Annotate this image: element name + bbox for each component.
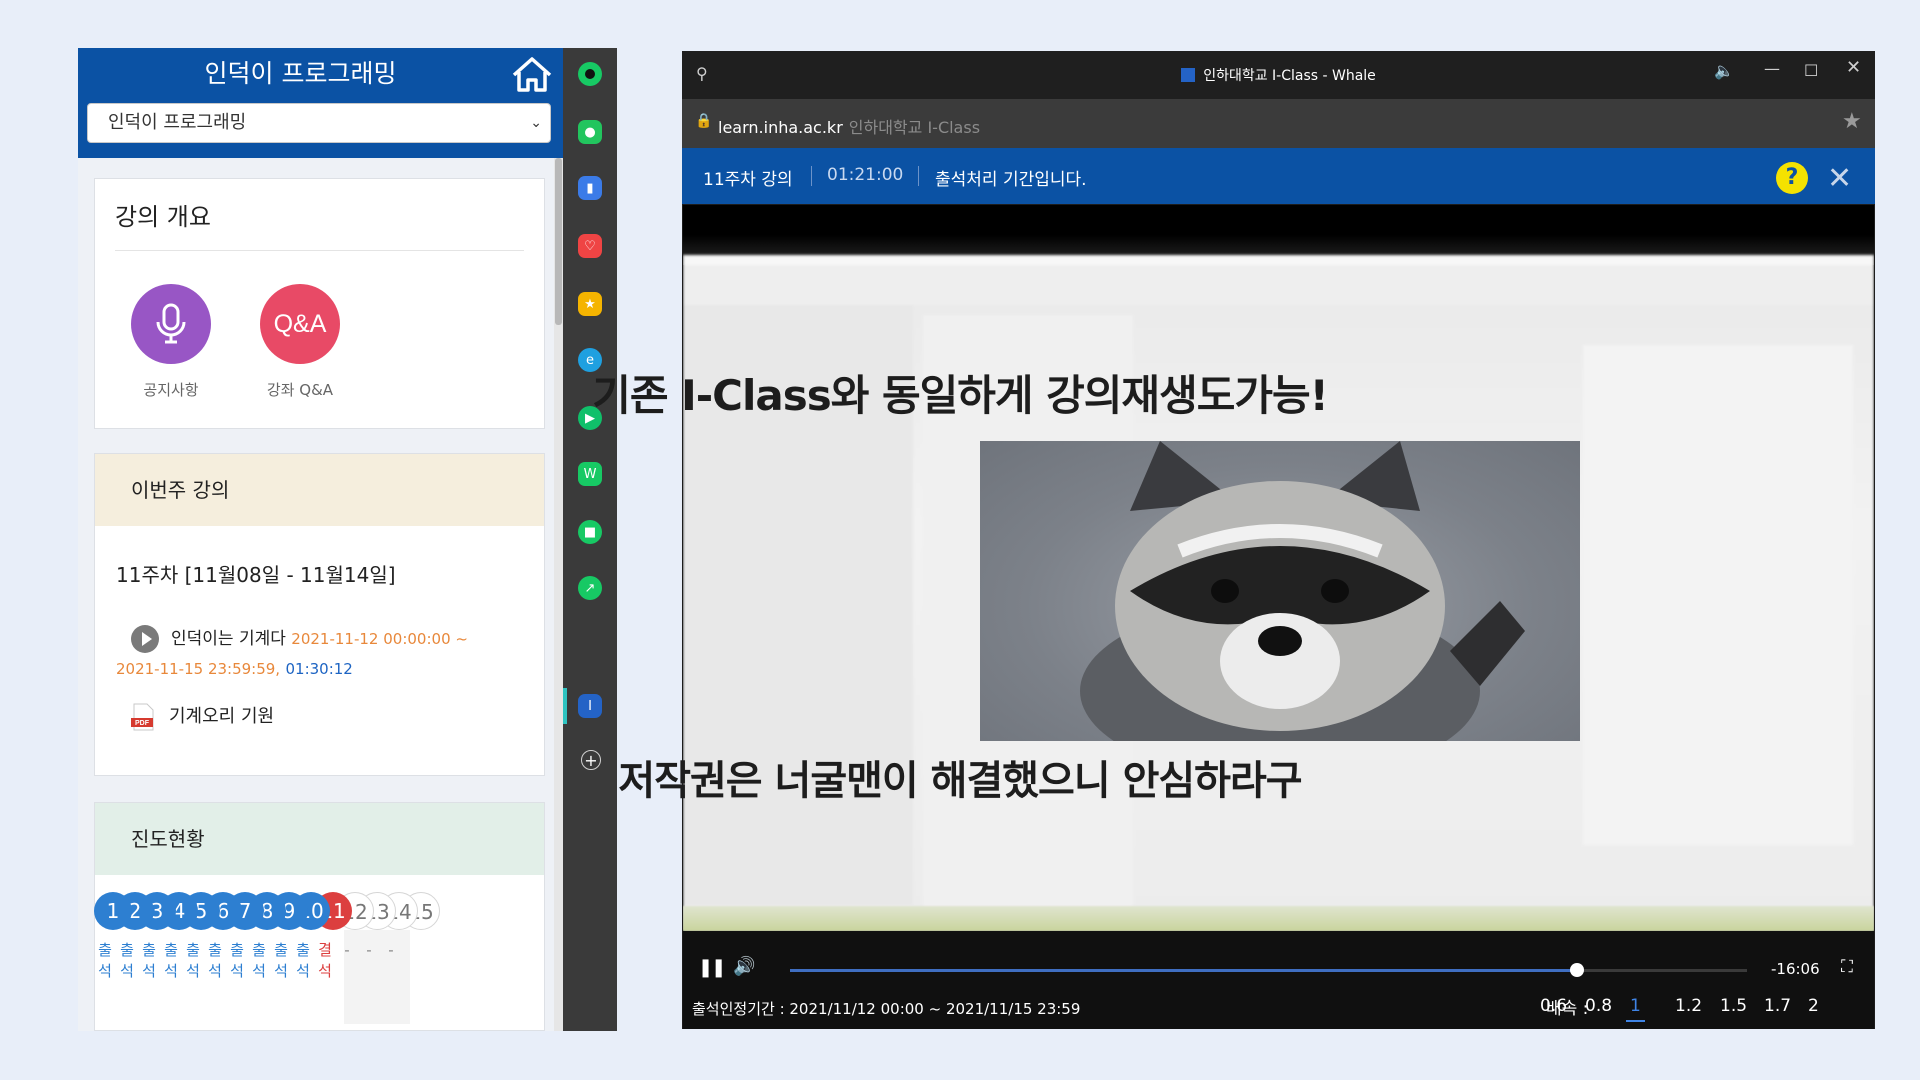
progress-week-1: 1 <box>94 892 132 930</box>
caption-top: 기존 I-Class와 동일하게 강의재생도가능! <box>592 371 1329 420</box>
bookmark-star-icon[interactable]: ★ <box>1842 109 1862 134</box>
close-icon[interactable]: ✕ <box>1827 161 1852 196</box>
speed-option-1.7[interactable]: 1.7 <box>1764 996 1791 1016</box>
scrollbar-thumb[interactable] <box>555 158 562 325</box>
progress-week-status: 출석 <box>142 941 156 980</box>
attendance-period: 출석인정기간 : 2021/11/12 00:00 ~ 2021/11/15 2… <box>692 1000 1081 1018</box>
notification-icon[interactable]: ● <box>578 120 602 144</box>
progress-week-status: 출석 <box>120 941 134 980</box>
progress-week-status: 출석 <box>296 941 310 980</box>
panel-scrollbar[interactable] <box>554 158 563 1031</box>
title-bar: ⚲ 인하대학교 I-Class - Whale 🔈 — ☐ ✕ <box>682 51 1875 99</box>
favicon <box>1181 68 1196 82</box>
url-host: learn.inha.ac.kr <box>718 118 843 137</box>
url-text[interactable]: learn.inha.ac.kr 인하대학교 I-Class <box>718 114 980 138</box>
pocket-icon[interactable]: ♡ <box>578 234 602 258</box>
mute-speaker-icon[interactable]: 🔈 <box>1714 61 1734 80</box>
separator <box>918 166 919 186</box>
play-icon[interactable] <box>131 625 159 653</box>
course-panel: 인덕이 프로그래밍 인덕이 프로그래밍 ⌄ 강의 개요 Q&A 공지사항 강좌 … <box>78 48 617 1031</box>
microphone-icon <box>156 303 186 344</box>
lock-icon: 🔒 <box>695 113 713 129</box>
whale-app-icon[interactable] <box>578 62 602 86</box>
progress-week-status: 출석 <box>186 941 200 980</box>
toolbox-icon[interactable]: ▮ <box>578 176 602 200</box>
this-week-heading: 이번주 강의 <box>95 454 544 526</box>
chat-icon[interactable]: ■ <box>578 520 602 544</box>
progress-week-status: 출석 <box>230 941 244 980</box>
remaining-time: -16:06 <box>1771 960 1820 978</box>
seek-bar-played <box>790 969 1577 972</box>
lecture-info-bar: 11주차 강의 01:21:00 출석처리 기간입니다. <box>682 148 1875 204</box>
progress-week-status: 출석 <box>274 941 288 980</box>
progress-week-status: 출석 <box>208 941 222 980</box>
this-week-card: 이번주 강의 11주차 [11월08일 - 11월14일] 인덕이는 기계다 2… <box>94 453 545 776</box>
lecture-period-end: 2021-11-15 23:59:59, <box>116 660 281 678</box>
caption-bottom: 저작권은 너굴맨이 해결했으니 안심하라구 <box>618 758 1302 804</box>
help-icon[interactable]: ? <box>1776 162 1808 194</box>
active-indicator <box>563 688 567 724</box>
lecture-item[interactable]: 인덕이는 기계다 2021-11-12 00:00:00 ~ 2021-11-1… <box>116 624 516 684</box>
week-title: 11주차 [11월08일 - 11월14일] <box>116 563 396 587</box>
address-bar[interactable]: 🔒 learn.inha.ac.kr 인하대학교 I-Class ★ <box>682 99 1875 148</box>
speed-option-0.8[interactable]: 0.8 <box>1585 996 1612 1016</box>
overview-heading: 강의 개요 <box>115 203 211 231</box>
browser-sidebar-strip: ● ▮ ♡ ★ e ▶ W ■ ↗ I + <box>563 48 617 1031</box>
speed-option-1[interactable]: 1 <box>1626 996 1645 1022</box>
week-lecture-label: 11주차 강의 <box>703 170 793 190</box>
lecture-title[interactable]: 인덕이는 기계다 <box>171 629 286 649</box>
progress-week-status: 출석 <box>252 941 266 980</box>
video-frame-taskbar <box>683 906 1874 931</box>
minimize-button[interactable]: — <box>1764 59 1780 78</box>
speed-option-2[interactable]: 2 <box>1808 996 1819 1016</box>
window-title: 인하대학교 I-Class - Whale <box>682 65 1875 85</box>
file-title[interactable]: 기계오리 기원 <box>169 706 274 727</box>
inha-iclass-icon[interactable]: I <box>578 694 602 718</box>
url-page-title: 인하대학교 I-Class <box>848 118 981 137</box>
progress-week-status: 출석 <box>98 941 112 980</box>
chevron-down-icon: ⌄ <box>530 115 542 131</box>
fullscreen-icon[interactable]: ⛶ <box>1841 957 1853 977</box>
attendance-notice: 출석처리 기간입니다. <box>935 170 1087 190</box>
notice-button[interactable] <box>131 284 211 364</box>
file-item[interactable]: PDF 기계오리 기원 <box>131 702 274 732</box>
pause-icon[interactable]: ❚❚ <box>698 957 726 978</box>
home-icon[interactable] <box>510 54 554 94</box>
pdf-icon: PDF <box>131 703 155 731</box>
course-select-value: 인덕이 프로그래밍 <box>108 112 247 133</box>
speed-option-1.2[interactable]: 1.2 <box>1675 996 1702 1016</box>
volume-icon[interactable]: 🔊 <box>733 956 755 977</box>
panel-header: 인덕이 프로그래밍 인덕이 프로그래밍 ⌄ <box>78 48 563 158</box>
progress-week-status: - <box>344 941 350 959</box>
progress-week-status: 출석 <box>164 941 178 980</box>
qna-button[interactable]: Q&A <box>260 284 340 364</box>
panel-title: 인덕이 프로그래밍 <box>204 59 397 88</box>
video-controls: ❚❚ 🔊 -16:06 ⛶ 출석인정기간 : 2021/11/12 00:00 … <box>683 931 1874 1029</box>
progress-week-status: - <box>366 941 372 959</box>
progress-week-status: 결석 <box>318 941 332 980</box>
svg-text:PDF: PDF <box>135 720 150 727</box>
close-window-button[interactable]: ✕ <box>1846 57 1861 78</box>
speed-option-0.6[interactable]: 0.6 <box>1540 996 1567 1016</box>
raccoon-photo <box>980 441 1580 741</box>
maximize-button[interactable]: ☐ <box>1804 61 1818 80</box>
course-select[interactable]: 인덕이 프로그래밍 ⌄ <box>87 103 551 143</box>
seek-bar[interactable] <box>790 963 1747 977</box>
lecture-time: 01:21:00 <box>827 165 904 185</box>
stock-chart-icon[interactable]: ↗ <box>578 576 602 600</box>
bookmark-star-icon[interactable]: ★ <box>578 292 602 316</box>
speed-option-1.5[interactable]: 1.5 <box>1720 996 1747 1016</box>
qna-icon-text: Q&A <box>273 309 327 338</box>
webtoon-icon[interactable]: W <box>578 462 602 486</box>
progress-heading: 진도현황 <box>95 803 544 875</box>
lecture-duration: 01:30:12 <box>285 660 353 678</box>
lecture-period-start: 2021-11-12 00:00:00 ~ <box>291 630 468 648</box>
seek-bar-knob[interactable] <box>1570 963 1584 977</box>
separator <box>811 166 812 186</box>
divider <box>115 250 524 251</box>
window-title-text: 인하대학교 I-Class - Whale <box>1203 68 1376 84</box>
progress-week-status: - <box>388 941 394 959</box>
